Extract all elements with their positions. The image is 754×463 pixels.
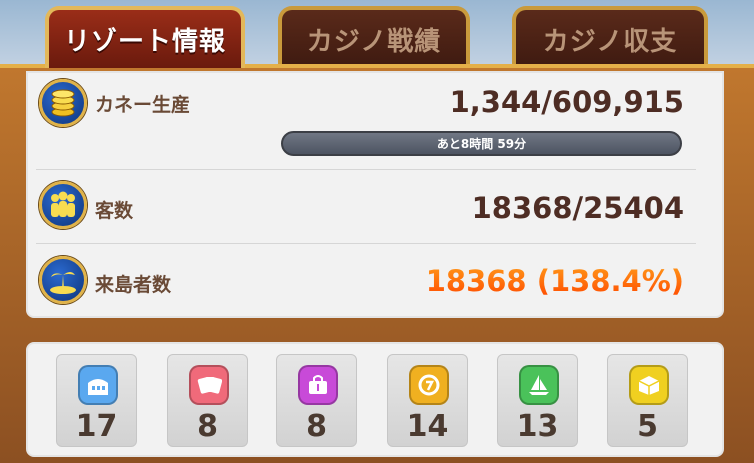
building-icon [78, 365, 118, 405]
tab-resort-info[interactable]: リゾート情報 [45, 6, 245, 68]
money-value: 1,344/609,915 [449, 85, 684, 119]
facility-count: 5 [637, 409, 658, 444]
box-icon [629, 365, 669, 405]
facility-card-shop[interactable]: 8 [276, 354, 357, 447]
facility-card-sailboat[interactable]: 13 [497, 354, 578, 447]
production-timer-text: あと8時間 59分 [436, 137, 527, 151]
people-icon [39, 181, 87, 229]
production-timer-bar: あと8時間 59分 [281, 131, 682, 156]
slot-icon [409, 365, 449, 405]
island-icon [39, 256, 87, 304]
coins-icon [39, 79, 87, 127]
facility-count: 14 [406, 409, 449, 444]
tab-casino-balance[interactable]: カジノ収支 [512, 6, 708, 68]
money-label: カネー生産 [95, 94, 191, 116]
shop-icon [298, 365, 338, 405]
sailboat-icon [519, 365, 559, 405]
guests-label: 客数 [95, 200, 134, 222]
facility-card-cards[interactable]: 8 [167, 354, 248, 447]
guests-value: 18368/25404 [471, 191, 684, 225]
facility-card-box[interactable]: 5 [607, 354, 688, 447]
facility-count: 8 [306, 409, 327, 444]
facility-count: 13 [516, 409, 559, 444]
tab-casino-record[interactable]: カジノ戦績 [278, 6, 470, 68]
facility-count: 17 [75, 409, 118, 444]
cards-icon [189, 365, 229, 405]
facility-count: 8 [197, 409, 218, 444]
facility-card-building[interactable]: 17 [56, 354, 137, 447]
facility-card-slot[interactable]: 14 [387, 354, 468, 447]
visitors-label: 来島者数 [95, 274, 172, 296]
visitors-value: 18368 (138.4%) [425, 264, 684, 298]
